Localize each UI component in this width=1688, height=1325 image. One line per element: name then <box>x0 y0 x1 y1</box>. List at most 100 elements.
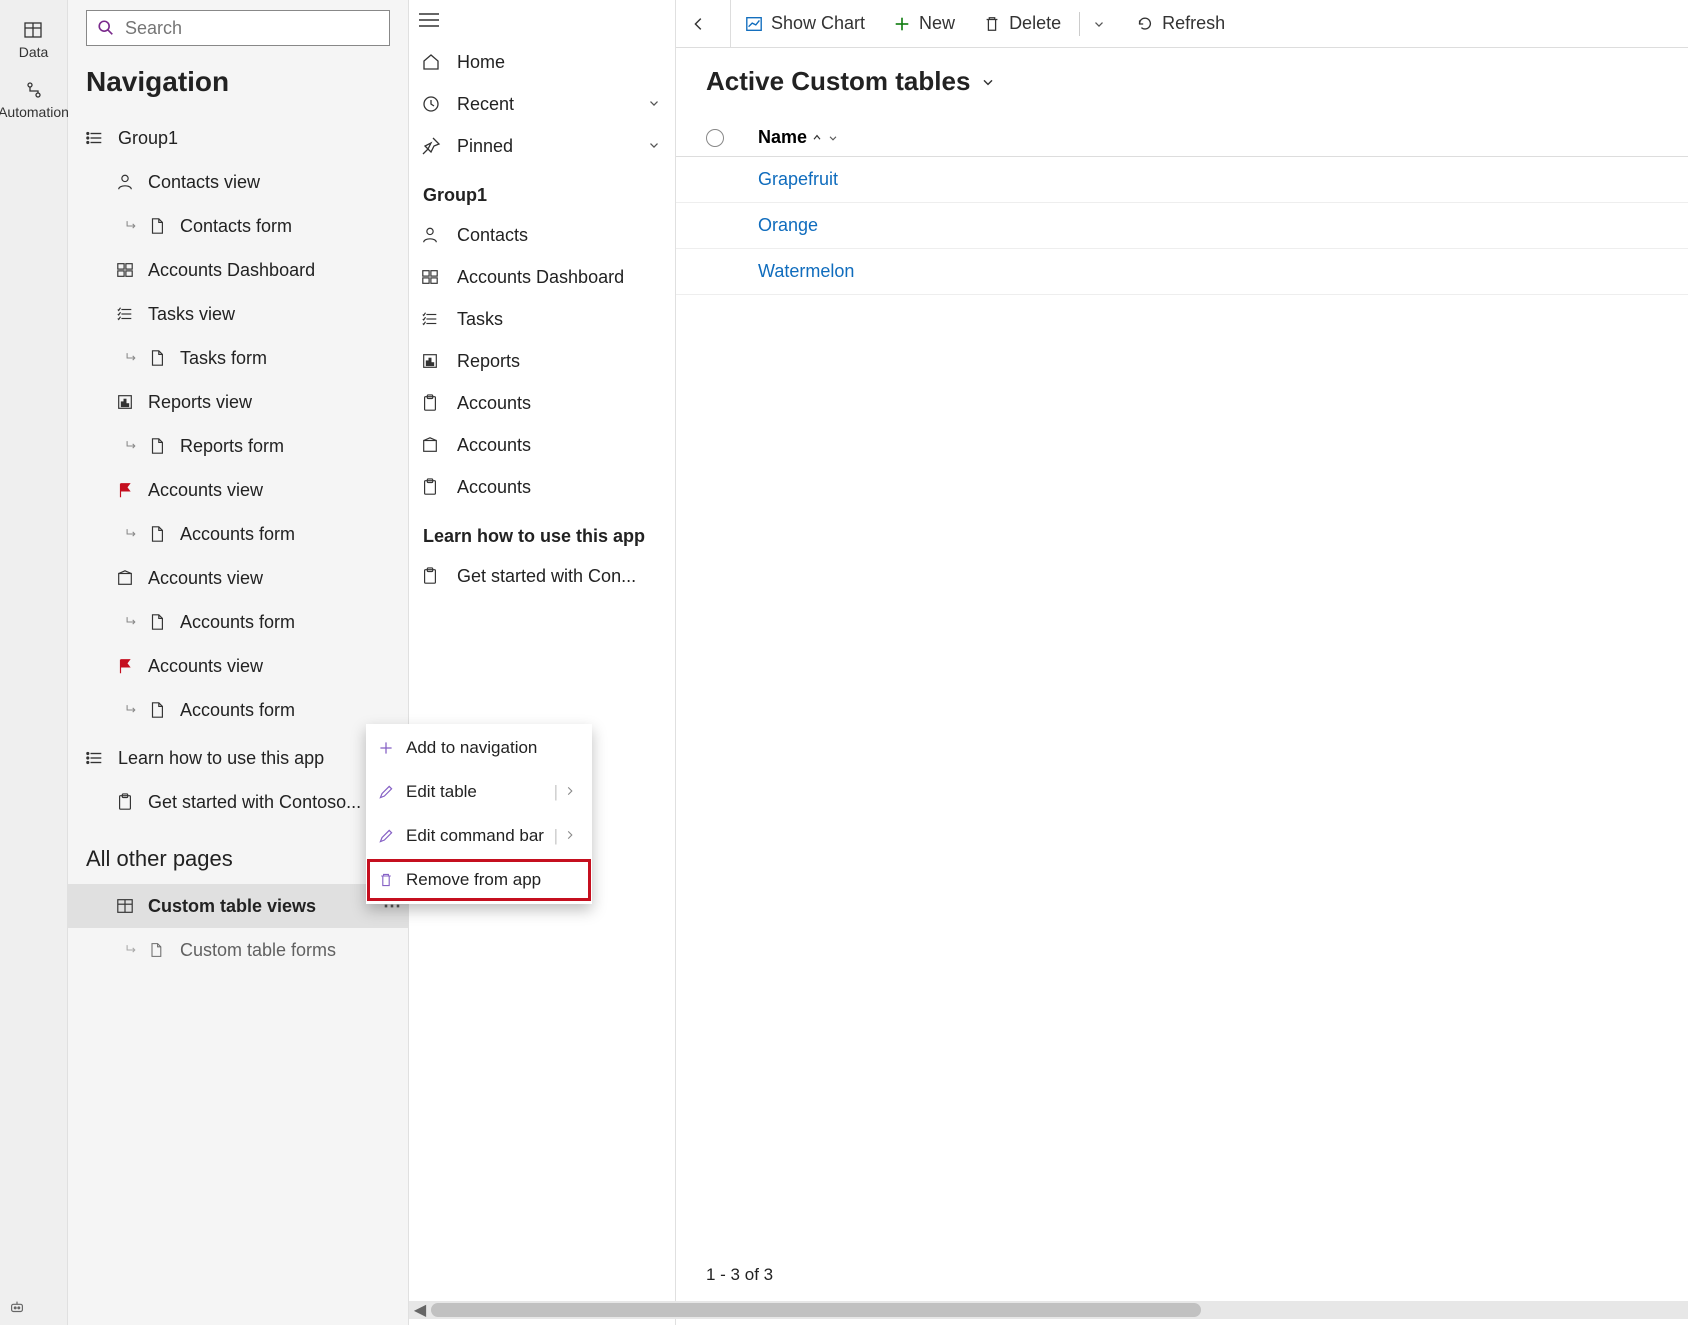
nav-item-label: Contacts form <box>180 216 408 237</box>
chevron-down-icon[interactable] <box>647 136 675 157</box>
back-icon <box>690 15 708 33</box>
sm-learn-item[interactable]: Get started with Con... <box>409 555 675 597</box>
search-icon <box>97 19 115 37</box>
sort-up-icon <box>811 132 823 144</box>
search-input[interactable] <box>125 18 379 39</box>
nav-item[interactable]: Contacts view <box>68 160 408 204</box>
sub-icon <box>116 615 148 629</box>
hamburger-button[interactable] <box>409 4 675 41</box>
nav-item[interactable]: Accounts view <box>68 556 408 600</box>
nav-item[interactable]: Accounts view <box>68 644 408 688</box>
delete-label: Delete <box>1009 13 1061 34</box>
chevron-down-icon <box>1092 17 1106 31</box>
table-row[interactable]: Orange <box>676 203 1688 249</box>
nav-group1[interactable]: Group1 <box>68 116 408 160</box>
nav-item[interactable]: Accounts view <box>68 468 408 512</box>
nav-item-label: Tasks form <box>180 348 408 369</box>
sm-home[interactable]: Home <box>409 41 675 83</box>
person-icon <box>421 226 457 244</box>
sm-learn-group: Learn how to use this app <box>409 508 675 555</box>
view-header[interactable]: Active Custom tables <box>676 48 1688 103</box>
nav-custom-table-views[interactable]: Custom table views ⋯ <box>68 884 408 928</box>
sitemap-item[interactable]: Accounts <box>409 466 675 508</box>
flag-icon <box>116 481 148 499</box>
sitemap-item[interactable]: Accounts Dashboard <box>409 256 675 298</box>
table-row[interactable]: Grapefruit <box>676 157 1688 203</box>
sitemap-item[interactable]: Accounts <box>409 382 675 424</box>
nav-item[interactable]: Tasks view <box>68 292 408 336</box>
show-chart-button[interactable]: Show Chart <box>731 0 879 47</box>
sitemap-item[interactable]: Accounts <box>409 424 675 466</box>
chevron-right-icon[interactable] <box>564 782 580 802</box>
cell-name[interactable]: Watermelon <box>706 261 854 282</box>
sm-group1: Group1 <box>409 167 675 214</box>
refresh-button[interactable]: Refresh <box>1122 0 1239 47</box>
scroll-track[interactable] <box>431 1303 1688 1317</box>
nav-item[interactable]: Reports form <box>68 424 408 468</box>
cell-name[interactable]: Orange <box>706 215 818 236</box>
select-all[interactable] <box>706 129 758 147</box>
delete-button[interactable]: Delete <box>969 0 1075 47</box>
scroll-left-arrow[interactable]: ◀ <box>409 1300 431 1320</box>
nav-item[interactable]: Contacts form <box>68 204 408 248</box>
doc-icon <box>148 701 180 719</box>
sitemap-item-label: Accounts <box>457 393 675 414</box>
list-icon <box>86 129 118 147</box>
nav-ctf-label: Custom table forms <box>180 940 408 961</box>
nav-learn-group[interactable]: Learn how to use this app <box>68 736 408 780</box>
chart-icon <box>745 15 763 33</box>
sitemap-item[interactable]: Contacts <box>409 214 675 256</box>
horizontal-scrollbar[interactable]: ◀ <box>409 1301 1688 1319</box>
nav-item[interactable]: Reports view <box>68 380 408 424</box>
back-button[interactable] <box>676 0 731 47</box>
sm-recent[interactable]: Recent <box>409 83 675 125</box>
nav-group1-label: Group1 <box>118 128 408 149</box>
report-icon <box>116 393 148 411</box>
tasks-icon <box>421 310 457 328</box>
main-content: Show Chart New Delete Refresh Active Cus… <box>676 0 1688 1325</box>
nav-item[interactable]: Accounts form <box>68 600 408 644</box>
nav-item-label: Accounts view <box>148 480 408 501</box>
nav-item-label: Accounts view <box>148 656 408 677</box>
new-button[interactable]: New <box>879 0 969 47</box>
chevron-down-icon[interactable] <box>827 132 839 144</box>
entity-icon <box>116 569 148 587</box>
pin-icon <box>421 136 457 156</box>
entity-icon <box>421 436 457 454</box>
clipboard-icon <box>421 394 457 412</box>
nav-custom-table-forms[interactable]: Custom table forms <box>68 928 408 972</box>
nav-item[interactable]: Accounts form <box>68 688 408 732</box>
rail-automation[interactable]: Automation <box>0 70 69 130</box>
ctx-edit-cmd-label: Edit command bar <box>406 826 548 846</box>
nav-item-label: Accounts view <box>148 568 408 589</box>
cell-name[interactable]: Grapefruit <box>706 169 838 190</box>
sitemap-item-label: Accounts <box>457 477 675 498</box>
nav-learn-item[interactable]: Get started with Contoso... <box>68 780 408 824</box>
sub-icon <box>116 527 148 541</box>
search-box[interactable] <box>86 10 390 46</box>
nav-item[interactable]: Accounts Dashboard <box>68 248 408 292</box>
bot-icon[interactable] <box>8 1298 26 1321</box>
ctx-edit-table[interactable]: Edit table | <box>366 770 592 814</box>
delete-chevron[interactable] <box>1084 0 1122 47</box>
sm-pinned[interactable]: Pinned <box>409 125 675 167</box>
home-icon <box>421 52 457 72</box>
sitemap-item[interactable]: Reports <box>409 340 675 382</box>
scroll-thumb[interactable] <box>431 1303 1201 1317</box>
list-icon <box>86 749 118 767</box>
ctx-remove[interactable]: Remove from app <box>366 858 592 902</box>
table-icon <box>23 20 43 40</box>
chevron-right-icon[interactable] <box>564 826 580 846</box>
ctx-add-nav[interactable]: Add to navigation <box>366 726 592 770</box>
ctx-edit-cmd[interactable]: Edit command bar | <box>366 814 592 858</box>
doc-icon <box>148 217 180 235</box>
chevron-down-icon[interactable] <box>980 74 996 90</box>
rail-data[interactable]: Data <box>19 10 49 70</box>
chevron-down-icon[interactable] <box>647 94 675 115</box>
nav-item[interactable]: Accounts form <box>68 512 408 556</box>
tasks-icon <box>116 305 148 323</box>
sitemap-item[interactable]: Tasks <box>409 298 675 340</box>
table-row[interactable]: Watermelon <box>676 249 1688 295</box>
col-name[interactable]: Name <box>758 127 839 148</box>
nav-item[interactable]: Tasks form <box>68 336 408 380</box>
